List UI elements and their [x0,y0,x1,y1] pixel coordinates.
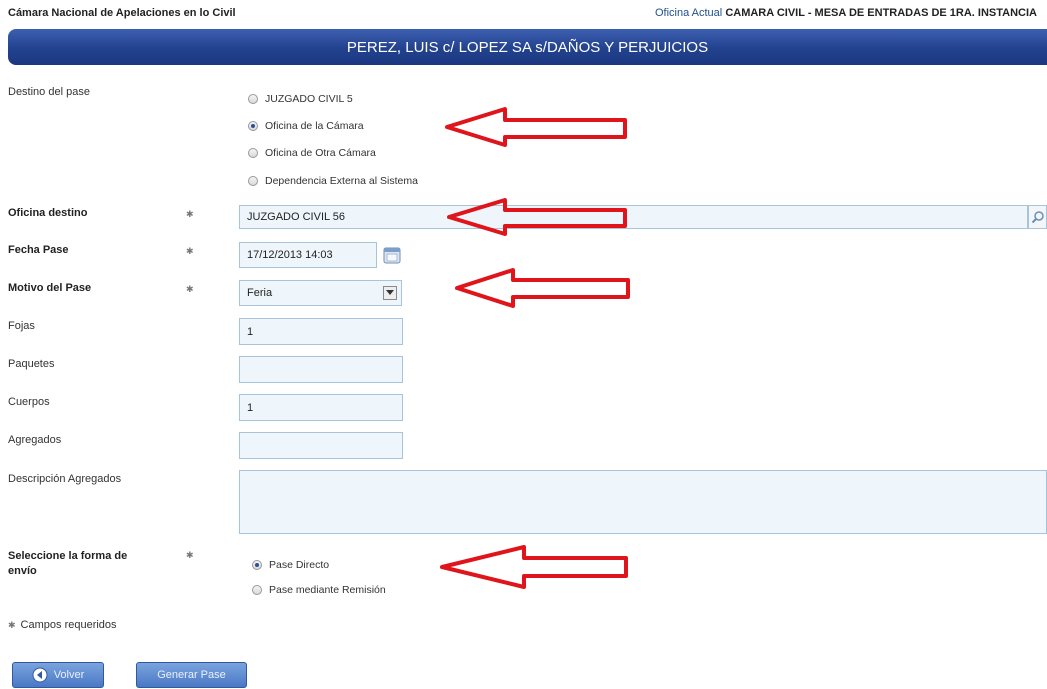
paquetes-label: Paquetes [8,358,55,370]
volver-button[interactable]: Volver [12,662,104,688]
motivo-pase-label: Motivo del Pase [8,282,92,294]
current-office-label: Oficina Actual [654,7,723,19]
annotation-arrow-icon [445,107,627,147]
destino-option-label: Oficina de Otra Cámara [265,147,376,159]
destino-option-oficina-camara[interactable]: Oficina de la Cámara [248,120,364,132]
fojas-input[interactable]: 1 [239,318,403,345]
cuerpos-label: Cuerpos [8,396,50,408]
forma-option-label: Pase mediante Remisión [269,584,386,596]
cuerpos-input[interactable]: 1 [239,394,403,421]
destino-option-otra-camara[interactable]: Oficina de Otra Cámara [248,147,376,159]
paquetes-input[interactable] [239,356,403,383]
destino-option-juzgado[interactable]: JUZGADO CIVIL 5 [248,93,353,105]
agregados-label: Agregados [8,434,62,446]
radio-pase-remision[interactable] [252,585,262,595]
radio-juzgado[interactable] [248,94,258,104]
forma-option-directo[interactable]: Pase Directo [252,559,329,571]
required-marker: ✱ [186,209,194,219]
destino-option-externa[interactable]: Dependencia Externa al Sistema [248,175,418,187]
destino-option-label: JUZGADO CIVIL 5 [265,93,353,105]
search-icon [1031,211,1044,224]
motivo-pase-select[interactable]: Feria [239,280,402,306]
destino-option-label: Oficina de la Cámara [265,120,364,132]
calendar-button[interactable] [382,245,402,265]
current-office: Oficina Actual CAMARA CIVIL - MESA DE EN… [655,7,1037,19]
generar-pase-button[interactable]: Generar Pase [136,662,247,688]
calendar-icon [383,247,401,264]
oficina-destino-label: Oficina destino [8,207,88,219]
volver-label: Volver [53,669,85,681]
radio-pase-directo[interactable] [252,560,262,570]
forma-option-label: Pase Directo [269,559,330,571]
required-marker: ✱ [186,550,194,560]
fecha-pase-input[interactable]: 17/12/2013 14:03 [239,242,377,268]
required-marker: ✱ [186,284,194,294]
fecha-pase-label: Fecha Pase [8,244,69,256]
required-note: ✱ Campos requeridos [8,619,117,631]
radio-otra-camara[interactable] [248,148,258,158]
chevron-down-icon[interactable] [383,286,397,300]
case-title-bar: PEREZ, LUIS c/ LOPEZ SA s/DAÑOS Y PERJUI… [8,29,1047,65]
oficina-destino-value: JUZGADO CIVIL 56 [247,211,346,223]
forma-envio-label: Seleccione la forma de envío [8,549,127,579]
required-note-text: Campos requeridos [20,619,117,631]
required-marker: ✱ [186,246,194,256]
descripcion-agregados-label: Descripción Agregados [8,473,122,485]
annotation-arrow-icon [447,198,627,236]
radio-oficina-camara[interactable] [248,121,258,131]
agregados-input[interactable] [239,432,403,459]
required-marker: ✱ [8,619,16,630]
destino-label: Destino del pase [8,86,90,98]
oficina-destino-input[interactable]: JUZGADO CIVIL 56 [239,205,1028,229]
fojas-value: 1 [247,325,254,338]
fecha-pase-value: 17/12/2013 14:03 [247,249,333,261]
descripcion-agregados-textarea[interactable] [239,470,1047,534]
search-button[interactable] [1028,205,1047,229]
cuerpos-value: 1 [247,401,254,414]
destino-option-label: Dependencia Externa al Sistema [265,175,418,187]
forma-envio-label-line2: envío [8,565,37,577]
back-arrow-icon [32,667,48,683]
generar-pase-label: Generar Pase [157,669,226,681]
radio-externa[interactable] [248,176,258,186]
case-title: PEREZ, LUIS c/ LOPEZ SA s/DAÑOS Y PERJUI… [346,38,709,56]
motivo-pase-value: Feria [247,287,273,299]
annotation-arrow-icon [455,268,630,308]
current-office-value: CAMARA CIVIL - MESA DE ENTRADAS DE 1RA. … [725,7,1037,19]
forma-envio-label-line1: Seleccione la forma de [8,550,128,562]
fojas-label: Fojas [8,320,35,332]
annotation-arrow-icon [440,545,628,589]
forma-option-remision[interactable]: Pase mediante Remisión [252,584,386,596]
org-name: Cámara Nacional de Apelaciones en lo Civ… [8,7,236,19]
